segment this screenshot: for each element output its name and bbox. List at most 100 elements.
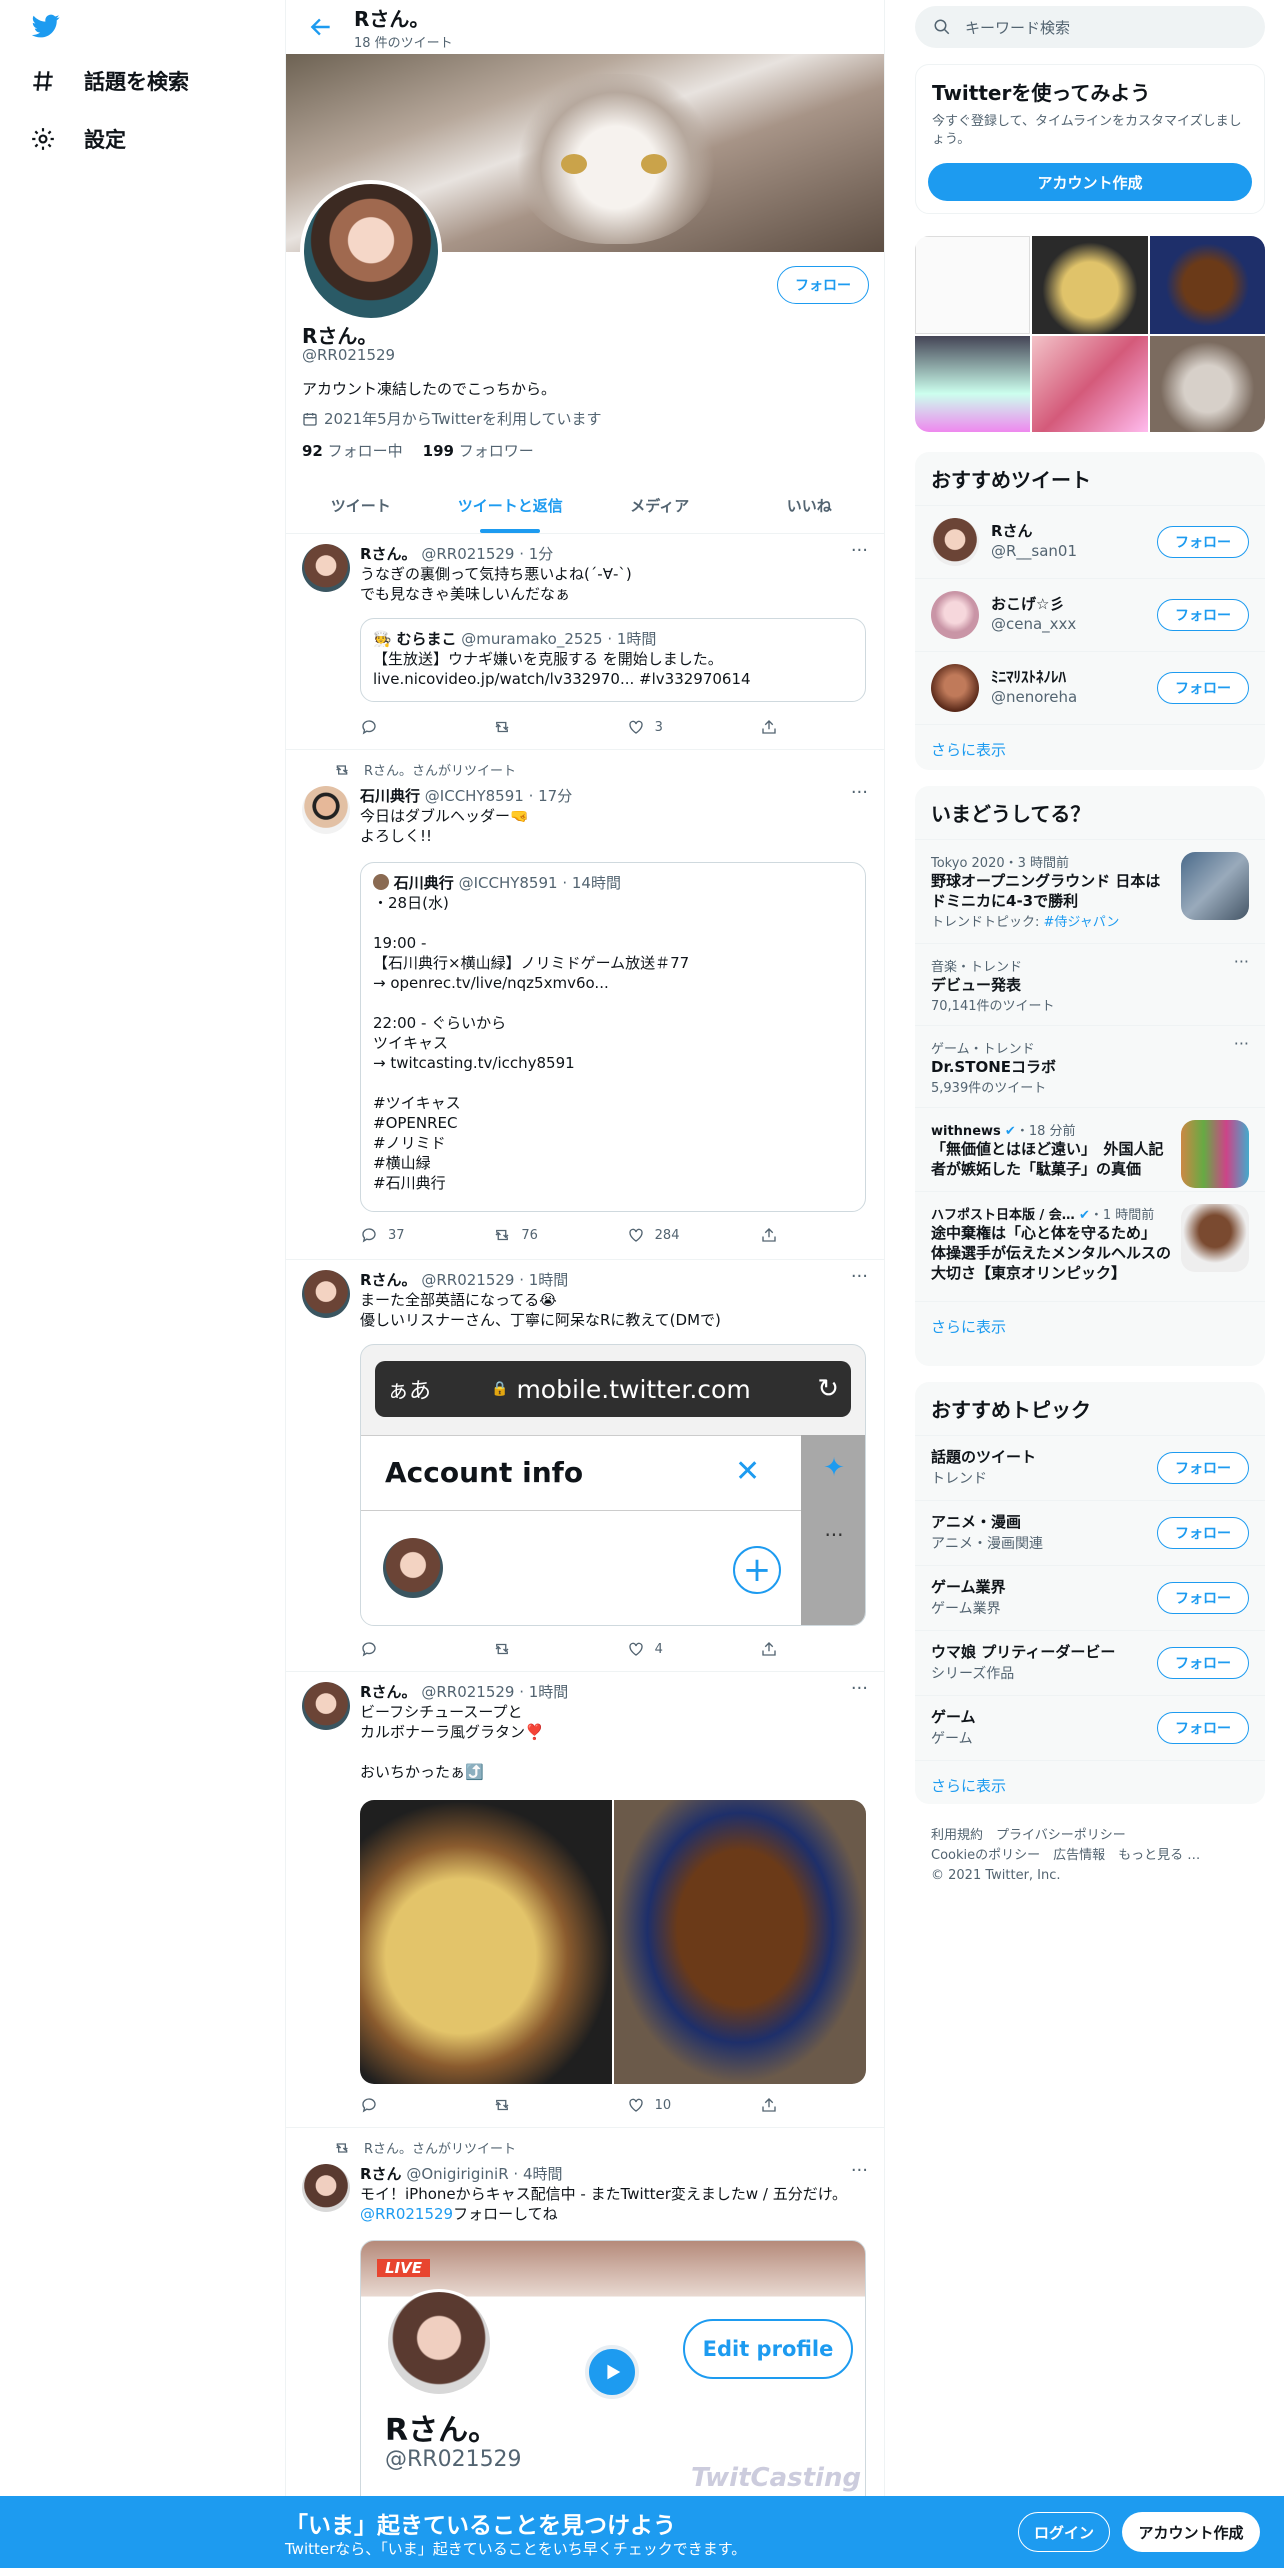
- tab-tweets[interactable]: ツイート: [286, 478, 436, 533]
- nav-settings[interactable]: 設定: [30, 124, 126, 154]
- reply-button[interactable]: [360, 2096, 460, 2114]
- footer-link[interactable]: プライバシーポリシー: [996, 1828, 1126, 1843]
- media-thumb[interactable]: [1149, 336, 1265, 432]
- more-options-icon[interactable]: ···: [851, 782, 868, 803]
- topic-row[interactable]: アニメ・漫画 アニメ・漫画関連 フォロー: [915, 1500, 1265, 1565]
- like-button[interactable]: 3: [627, 718, 727, 736]
- reply-button[interactable]: [360, 718, 460, 736]
- show-more-link[interactable]: さらに表示: [915, 724, 1265, 774]
- trend-item[interactable]: ゲーム・トレンド Dr.STONEコラボ 5,939件のツイート ···: [915, 1025, 1265, 1107]
- media-thumb[interactable]: [915, 336, 1031, 432]
- bottom-signup-button[interactable]: アカウント作成: [1122, 2512, 1260, 2552]
- tweet-time[interactable]: 4時間: [523, 2165, 563, 2183]
- profile-follow-button[interactable]: フォロー: [777, 266, 869, 304]
- footer-link[interactable]: 利用規約: [931, 1828, 983, 1843]
- back-arrow-icon[interactable]: [308, 14, 334, 40]
- tweet-avatar[interactable]: [302, 2164, 350, 2212]
- trend-item[interactable]: ハフポスト日本版 / 会… ✔・1 時間前 途中棄権は「心と体を守るため」 体操…: [915, 1191, 1265, 1301]
- show-more-link[interactable]: さらに表示: [915, 1301, 1265, 1351]
- tweet-3[interactable]: Rさん。 @RR021529 · 1時間 まーた全部英語になってる😭 優しいリス…: [286, 1260, 884, 1672]
- more-options-icon[interactable]: ···: [1234, 952, 1249, 971]
- tweet-author[interactable]: Rさん。: [360, 1271, 417, 1289]
- tweet-2[interactable]: Rさん。さんがリツイート 石川典行 @ICCHY8591 · 17分 今日はダブ…: [286, 750, 884, 1260]
- tweet-image-screenshot[interactable]: ぁあ 🔒 mobile.twitter.com ↻ Account info ✕…: [360, 1344, 866, 1626]
- like-button[interactable]: 284: [627, 1226, 727, 1244]
- retweet-label-text[interactable]: Rさん。さんがリツイート: [364, 760, 516, 779]
- more-options-icon[interactable]: ···: [851, 1678, 868, 1699]
- tweet-author[interactable]: Rさん。: [360, 1683, 417, 1701]
- topic-follow-button[interactable]: フォロー: [1157, 1712, 1249, 1744]
- tab-likes[interactable]: いいね: [735, 478, 885, 533]
- topic-follow-button[interactable]: フォロー: [1157, 1647, 1249, 1679]
- tweet-1[interactable]: Rさん。 @RR021529 · 1分 うなぎの裏側って気持ち悪いよね(´-∀-…: [286, 534, 884, 750]
- topic-row[interactable]: ゲーム ゲーム フォロー: [915, 1695, 1265, 1760]
- share-button[interactable]: [760, 1640, 790, 1658]
- topic-follow-button[interactable]: フォロー: [1157, 1582, 1249, 1614]
- tweet-avatar[interactable]: [302, 1270, 350, 1318]
- gratin-photo[interactable]: [360, 1800, 612, 2084]
- twitcasting-card[interactable]: LIVE Edit profile Rさん。 @RR021529 TwitCas…: [360, 2240, 866, 2500]
- media-thumb[interactable]: [1032, 336, 1148, 432]
- mention-link[interactable]: @RR021529: [360, 2205, 453, 2223]
- footer-link[interactable]: 広告情報: [1053, 1848, 1105, 1863]
- trend-item[interactable]: withnews ✔・18 分前 「無価値とはほど遠い」 外国人記者が嫉妬した「…: [915, 1107, 1265, 1191]
- rec-user-row[interactable]: ﾐﾆﾏﾘｽﾄﾈﾉﾚﾊ @nenoreha フォロー: [915, 651, 1265, 724]
- rec-follow-button[interactable]: フォロー: [1157, 672, 1249, 704]
- tab-media[interactable]: メディア: [585, 478, 735, 533]
- more-options-icon[interactable]: ···: [1234, 1034, 1249, 1053]
- footer-link[interactable]: Cookieのポリシー: [931, 1848, 1040, 1863]
- rec-user-row[interactable]: おこげ☆彡 @cena_xxx フォロー: [915, 578, 1265, 651]
- media-thumb[interactable]: [1149, 236, 1265, 334]
- topic-follow-button[interactable]: フォロー: [1157, 1517, 1249, 1549]
- tweet-time[interactable]: 1時間: [529, 1271, 569, 1289]
- trend-item[interactable]: 音楽・トレンド デビュー発表 70,141件のツイート ···: [915, 943, 1265, 1025]
- tab-tweets-replies[interactable]: ツイートと返信: [436, 478, 586, 533]
- media-thumb[interactable]: [915, 236, 1031, 334]
- reply-button[interactable]: [360, 1640, 460, 1658]
- more-options-icon[interactable]: ···: [851, 2160, 868, 2181]
- tweet-author[interactable]: 石川典行: [360, 787, 420, 805]
- tweet-4[interactable]: Rさん。 @RR021529 · 1時間 ビーフシチュースープと カルボナーラ風…: [286, 1672, 884, 2128]
- tweet-author[interactable]: Rさん。: [360, 545, 417, 563]
- nav-explore[interactable]: 話題を検索: [30, 66, 189, 96]
- like-button[interactable]: 10: [627, 2096, 727, 2114]
- retweet-button[interactable]: [493, 718, 593, 736]
- tweet-author[interactable]: Rさん: [360, 2165, 402, 2183]
- stew-photo[interactable]: [614, 1800, 866, 2084]
- topic-row[interactable]: 話題のツイート トレンド フォロー: [915, 1435, 1265, 1500]
- topic-row[interactable]: ゲーム業界 ゲーム業界 フォロー: [915, 1565, 1265, 1630]
- more-options-icon[interactable]: ···: [851, 540, 868, 561]
- trend-item[interactable]: Tokyo 2020・3 時間前 野球オープニングラウンド 日本はドミニカに4-…: [915, 839, 1265, 943]
- tweet-time[interactable]: 1時間: [529, 1683, 569, 1701]
- rec-user-row[interactable]: Rさん @R__san01 フォロー: [915, 505, 1265, 578]
- twitter-logo-icon[interactable]: [30, 12, 62, 40]
- tweet-avatar[interactable]: [302, 1682, 350, 1730]
- rec-follow-button[interactable]: フォロー: [1157, 599, 1249, 631]
- share-button[interactable]: [760, 1226, 790, 1244]
- retweet-button[interactable]: 76: [493, 1226, 593, 1244]
- play-icon[interactable]: [585, 2345, 639, 2399]
- trend-hashtag-link[interactable]: #侍ジャパン: [1044, 915, 1120, 930]
- more-options-icon[interactable]: ···: [851, 1266, 868, 1287]
- quoted-tweet[interactable]: 石川典行 @ICCHY8591 · 14時間 ・28日(水) 19:00 - 【石川…: [360, 862, 866, 1212]
- show-more-link[interactable]: さらに表示: [915, 1760, 1265, 1810]
- retweet-label-text[interactable]: Rさん。さんがリツイート: [364, 2138, 516, 2157]
- tweet-5[interactable]: Rさん。さんがリツイート Rさん @OnigiriginiR · 4時間 モイ！…: [286, 2128, 884, 2500]
- tweet-avatar[interactable]: [302, 544, 350, 592]
- share-button[interactable]: [760, 2096, 790, 2114]
- retweet-button[interactable]: [493, 2096, 593, 2114]
- followers-link[interactable]: 199 フォロワー: [423, 440, 534, 461]
- reply-button[interactable]: 37: [360, 1226, 460, 1244]
- profile-avatar[interactable]: [300, 180, 442, 322]
- rec-follow-button[interactable]: フォロー: [1157, 526, 1249, 558]
- topic-row[interactable]: ウマ娘 プリティーダービー シリーズ作品 フォロー: [915, 1630, 1265, 1695]
- search-box[interactable]: キーワード検索: [915, 6, 1265, 48]
- share-button[interactable]: [760, 718, 790, 736]
- tweet-avatar[interactable]: [302, 786, 350, 834]
- topic-follow-button[interactable]: フォロー: [1157, 1452, 1249, 1484]
- footer-link[interactable]: もっと見る …: [1118, 1848, 1200, 1863]
- login-button[interactable]: ログイン: [1018, 2512, 1110, 2552]
- quoted-tweet[interactable]: 🧑‍🍳 むらまこ @muramako_2525 · 1時間 【生放送】ウナギ嫌い…: [360, 618, 866, 702]
- tweet-time[interactable]: 1分: [529, 545, 554, 563]
- following-link[interactable]: 92 フォロー中: [302, 440, 403, 461]
